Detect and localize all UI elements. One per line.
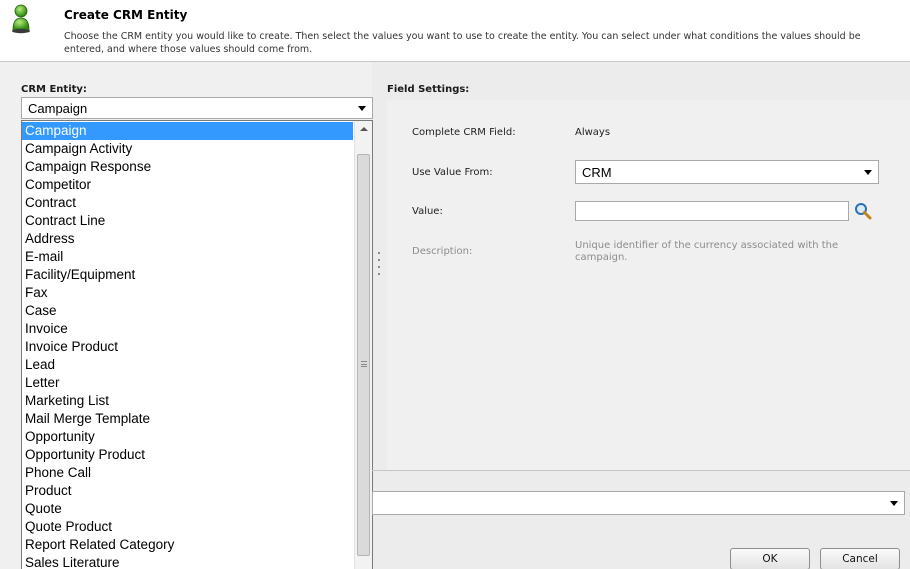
- entity-option[interactable]: Case: [22, 302, 353, 320]
- bottom-select[interactable]: [372, 491, 905, 515]
- person-icon: [12, 4, 30, 34]
- entity-option[interactable]: Address: [22, 230, 353, 248]
- entity-option[interactable]: Opportunity Product: [22, 446, 353, 464]
- cancel-button[interactable]: Cancel: [820, 548, 900, 569]
- dialog-description: Choose the CRM entity you would like to …: [64, 31, 861, 55]
- panel-splitter[interactable]: [378, 252, 381, 282]
- entity-option[interactable]: Product: [22, 482, 353, 500]
- search-icon[interactable]: [853, 201, 873, 221]
- use-value-from-select[interactable]: CRM: [575, 160, 879, 184]
- dialog-title: Create CRM Entity: [64, 8, 188, 22]
- use-value-from-selected: CRM: [582, 165, 612, 180]
- entity-option[interactable]: Opportunity: [22, 428, 353, 446]
- dropdown-scrollbar[interactable]: [354, 121, 372, 569]
- chevron-down-icon: [890, 501, 898, 506]
- complete-crm-field-value: Always: [575, 127, 611, 138]
- entity-option[interactable]: Quote Product: [22, 518, 353, 536]
- crm-entity-dropdown-list[interactable]: Campaign Campaign Activity Campaign Respon…: [21, 120, 373, 569]
- value-input[interactable]: [575, 201, 849, 221]
- ok-button[interactable]: OK: [730, 548, 810, 569]
- field-settings-label: Field Settings:: [387, 84, 470, 95]
- scroll-up-icon[interactable]: [360, 127, 368, 131]
- entity-option[interactable]: Fax: [22, 284, 353, 302]
- crm-entity-selected-value: Campaign: [28, 101, 88, 116]
- value-label: Value:: [412, 206, 443, 217]
- scrollbar-thumb[interactable]: [357, 154, 370, 556]
- use-value-from-label: Use Value From:: [412, 167, 493, 178]
- entity-option[interactable]: Campaign: [22, 122, 353, 140]
- entity-option[interactable]: Marketing List: [22, 392, 353, 410]
- entity-option[interactable]: Invoice Product: [22, 338, 353, 356]
- entity-option[interactable]: Quote: [22, 500, 353, 518]
- entity-option[interactable]: Phone Call: [22, 464, 353, 482]
- entity-option[interactable]: Report Related Category: [22, 536, 353, 554]
- dialog-header: Create CRM Entity Choose the CRM entity …: [0, 0, 910, 62]
- entity-option[interactable]: Lead: [22, 356, 353, 374]
- chevron-down-icon: [864, 170, 872, 175]
- crm-entity-select[interactable]: Campaign: [21, 97, 373, 119]
- entity-option[interactable]: Sales Literature: [22, 554, 353, 569]
- entity-options: Campaign Campaign Activity Campaign Respon…: [22, 122, 353, 569]
- entity-option[interactable]: Competitor: [22, 176, 353, 194]
- entity-option[interactable]: Facility/Equipment: [22, 266, 353, 284]
- scroll-grip-icon: [361, 361, 367, 367]
- entity-option[interactable]: Campaign Activity: [22, 140, 353, 158]
- entity-option[interactable]: Invoice: [22, 320, 353, 338]
- description-label: Description:: [412, 246, 473, 257]
- entity-option[interactable]: Contract: [22, 194, 353, 212]
- bottom-divider: [372, 470, 910, 471]
- entity-option[interactable]: E-mail: [22, 248, 353, 266]
- description-value: Unique identifier of the currency associ…: [575, 240, 839, 263]
- entity-option[interactable]: Mail Merge Template: [22, 410, 353, 428]
- crm-entity-label: CRM Entity:: [21, 84, 87, 95]
- entity-option[interactable]: Contract Line: [22, 212, 353, 230]
- entity-option[interactable]: Letter: [22, 374, 353, 392]
- field-settings-panel: [387, 100, 910, 470]
- complete-crm-field-label: Complete CRM Field:: [412, 127, 516, 138]
- entity-option[interactable]: Campaign Response: [22, 158, 353, 176]
- chevron-down-icon: [358, 106, 366, 111]
